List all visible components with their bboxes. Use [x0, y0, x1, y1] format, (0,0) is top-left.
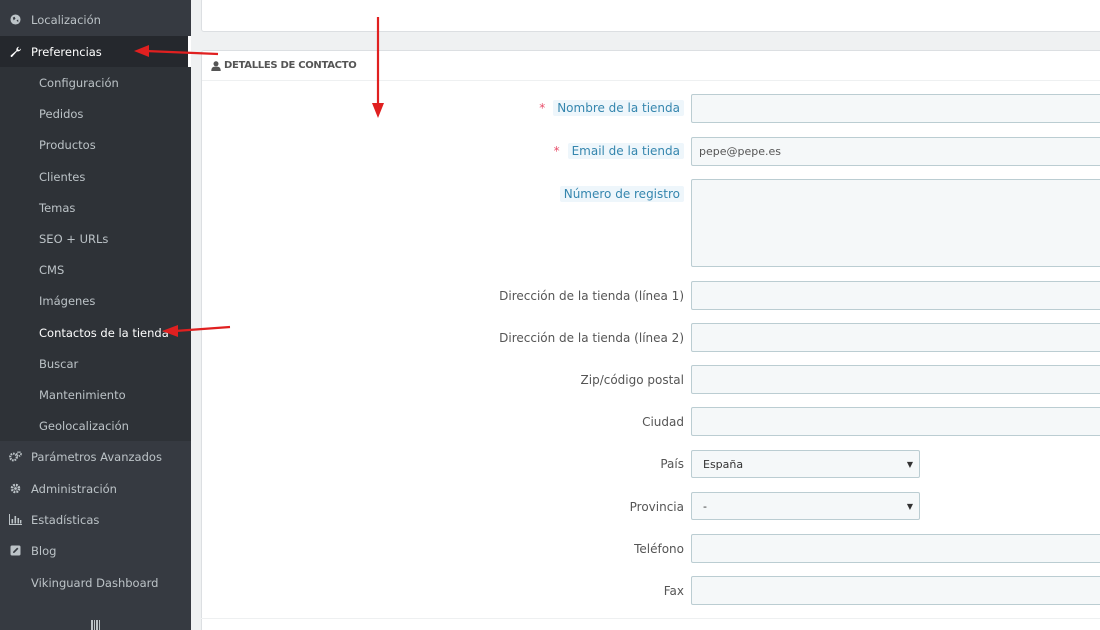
- sidebar-item-label: Vikinguard Dashboard: [31, 575, 159, 590]
- sidebar-item-blog[interactable]: Blog: [0, 535, 191, 566]
- registration-row: Número de registro: [201, 180, 684, 208]
- submenu-label: Geolocalización: [39, 418, 129, 433]
- shop-email-input[interactable]: pepe@pepe.es: [691, 137, 1100, 166]
- submenu-label: Mantenimiento: [39, 387, 126, 402]
- submenu-label: Pedidos: [39, 106, 84, 121]
- submenu-item-seo-urls[interactable]: SEO + URLs: [0, 223, 191, 254]
- submenu-item-configuracion[interactable]: Configuración: [0, 67, 191, 98]
- submenu-label: Clientes: [39, 169, 86, 184]
- user-icon: [211, 60, 221, 71]
- sidebar-item-label: Administración: [31, 481, 117, 496]
- country-label: País: [660, 457, 684, 471]
- cogs-icon: [0, 451, 31, 462]
- submenu-label: Temas: [39, 200, 76, 215]
- phone-input[interactable]: [691, 534, 1100, 563]
- address1-row: Dirección de la tienda (línea 1): [201, 282, 684, 310]
- sidebar-item-label: Localización: [31, 12, 101, 27]
- state-row: Provincia: [201, 493, 684, 521]
- edit-icon: [0, 545, 31, 556]
- submenu-item-temas[interactable]: Temas: [0, 192, 191, 223]
- gear-icon: [0, 483, 31, 494]
- required-mark: *: [539, 101, 546, 115]
- city-label: Ciudad: [642, 415, 684, 429]
- address1-label: Dirección de la tienda (línea 1): [499, 289, 684, 303]
- submenu-item-pedidos[interactable]: Pedidos: [0, 98, 191, 129]
- submenu-item-contactos[interactable]: Contactos de la tienda: [0, 317, 191, 348]
- panel-heading: DETALLES DE CONTACTO: [202, 51, 1100, 81]
- phone-row: Teléfono: [201, 535, 684, 563]
- shop-name-row: * Nombre de la tienda: [201, 94, 684, 122]
- address2-label: Dirección de la tienda (línea 2): [499, 331, 684, 345]
- submenu-item-mantenimiento[interactable]: Mantenimiento: [0, 379, 191, 410]
- caret-down-icon: ▼: [906, 502, 913, 511]
- fax-label: Fax: [663, 584, 684, 598]
- panel-title: DETALLES DE CONTACTO: [224, 60, 357, 71]
- panel-divider: [201, 618, 1100, 619]
- submenu-item-productos[interactable]: Productos: [0, 129, 191, 160]
- shop-name-label: * Nombre de la tienda: [539, 94, 684, 122]
- sidebar-item-estadisticas[interactable]: Estadísticas: [0, 504, 191, 535]
- sidebar-item-label: Blog: [31, 543, 57, 558]
- state-label: Provincia: [629, 500, 684, 514]
- country-selected: España: [703, 457, 744, 471]
- shop-email-row: * Email de la tienda: [201, 137, 684, 165]
- sidebar-item-preferencias[interactable]: Preferencias: [0, 36, 191, 67]
- sidebar-item-label: Estadísticas: [31, 512, 100, 527]
- state-selected: -: [703, 499, 707, 513]
- fax-row: Fax: [201, 577, 684, 605]
- phone-label: Teléfono: [634, 542, 684, 556]
- submenu-label: Imágenes: [39, 293, 96, 308]
- submenu-item-clientes[interactable]: Clientes: [0, 161, 191, 192]
- shop-email-label: * Email de la tienda: [554, 137, 684, 165]
- bar-chart-icon: [0, 514, 31, 525]
- submenu-label: Configuración: [39, 75, 119, 90]
- city-input[interactable]: [691, 407, 1100, 436]
- zip-row: Zip/código postal: [201, 366, 684, 394]
- registration-textarea[interactable]: [691, 179, 1100, 267]
- zip-input[interactable]: [691, 365, 1100, 394]
- shop-email-label-text[interactable]: Email de la tienda: [567, 143, 684, 159]
- sidebar-item-label: Preferencias: [31, 44, 102, 59]
- submenu-item-buscar[interactable]: Buscar: [0, 348, 191, 379]
- sidebar-item-vikinguard[interactable]: Vikinguard Dashboard: [31, 567, 158, 598]
- required-mark: *: [553, 144, 560, 158]
- globe-icon: [0, 14, 31, 25]
- submenu-item-geolocalizacion[interactable]: Geolocalización: [0, 410, 191, 441]
- collapse-menu-icon[interactable]: [91, 620, 101, 630]
- registration-label: Número de registro: [559, 180, 684, 208]
- shop-name-label-text[interactable]: Nombre de la tienda: [553, 100, 684, 116]
- submenu-label: Productos: [39, 137, 96, 152]
- caret-down-icon: ▼: [906, 460, 913, 469]
- sidebar-item-administracion[interactable]: Administración: [0, 473, 191, 504]
- submenu-label: Buscar: [39, 356, 79, 371]
- address2-input[interactable]: [691, 323, 1100, 352]
- registration-label-text[interactable]: Número de registro: [559, 186, 684, 202]
- submenu-label: SEO + URLs: [39, 231, 109, 246]
- state-select[interactable]: - ▼: [691, 492, 920, 520]
- country-select[interactable]: España ▼: [691, 450, 920, 478]
- city-row: Ciudad: [201, 408, 684, 436]
- submenu-label: CMS: [39, 262, 65, 277]
- wrench-icon: [0, 46, 31, 58]
- country-row: País: [201, 450, 684, 478]
- submenu-item-cms[interactable]: CMS: [0, 254, 191, 285]
- shop-name-input[interactable]: [691, 94, 1100, 123]
- address1-input[interactable]: [691, 281, 1100, 310]
- address2-row: Dirección de la tienda (línea 2): [201, 324, 684, 352]
- fax-input[interactable]: [691, 576, 1100, 605]
- zip-label: Zip/código postal: [580, 373, 684, 387]
- sidebar: Localización Preferencias Configuración …: [0, 0, 191, 630]
- submenu-item-imagenes[interactable]: Imágenes: [0, 285, 191, 316]
- sidebar-item-localizacion[interactable]: Localización: [0, 4, 191, 35]
- sidebar-item-label: Parámetros Avanzados: [31, 449, 162, 464]
- submenu-label: Contactos de la tienda: [39, 325, 169, 340]
- top-panel: [201, 0, 1100, 32]
- sidebar-item-parametros[interactable]: Parámetros Avanzados: [0, 441, 191, 472]
